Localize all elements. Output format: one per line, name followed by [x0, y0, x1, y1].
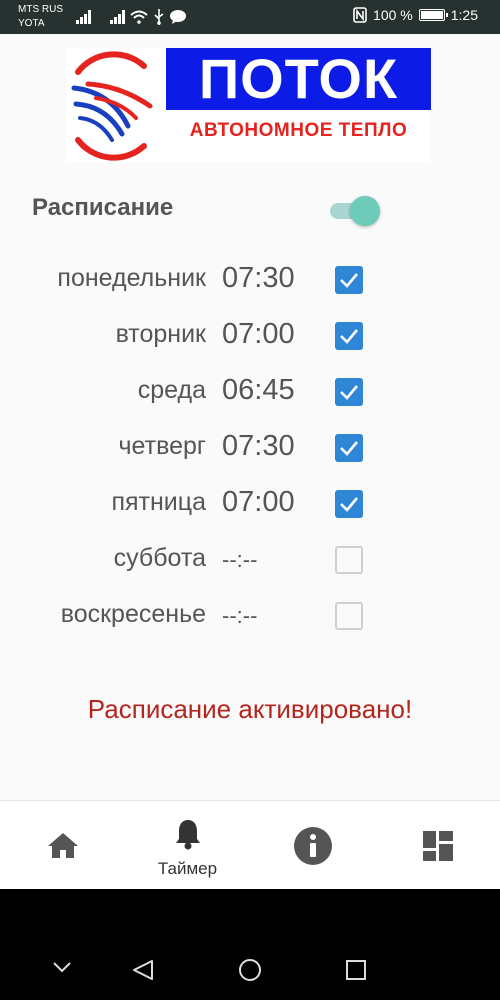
status-icons-right: 100 % 1:25 [353, 7, 478, 23]
day-name: среда [137, 376, 206, 404]
day-time[interactable]: 07:30 [222, 262, 295, 295]
day-checkbox[interactable] [335, 602, 363, 630]
day-checkbox[interactable] [335, 378, 363, 406]
battery-icon [418, 9, 448, 21]
dashboard-icon [422, 831, 453, 861]
day-time[interactable]: 06:45 [222, 374, 295, 407]
info-icon [293, 827, 332, 865]
day-row-wednesday[interactable]: среда 06:45 [0, 372, 500, 412]
bell-icon [175, 820, 200, 850]
nav-timer-label: Таймер [157, 859, 218, 878]
day-time[interactable]: 07:00 [222, 486, 295, 519]
nfc-icon [353, 7, 367, 23]
logo-title: ПОТОК [166, 48, 431, 110]
message-icon [170, 10, 186, 24]
status-message: Расписание активировано! [87, 694, 413, 724]
checkmark-icon [340, 273, 358, 288]
day-name: вторник [115, 320, 206, 348]
day-name: воскресенье [60, 600, 206, 628]
recents-icon[interactable] [346, 960, 366, 980]
day-checkbox[interactable] [335, 434, 363, 462]
signal-icon [76, 10, 91, 24]
home-icon [47, 833, 78, 858]
day-time[interactable]: --:-- [222, 603, 257, 629]
day-checkbox[interactable] [335, 322, 363, 350]
checkmark-icon [340, 329, 358, 344]
toggle-thumb [350, 196, 380, 226]
day-checkbox[interactable] [335, 266, 363, 294]
nav-info[interactable] [250, 801, 375, 890]
home-circle-icon[interactable] [238, 958, 262, 982]
day-name: четверг [118, 432, 206, 460]
day-row-friday[interactable]: пятница 07:00 [0, 484, 500, 524]
day-time[interactable]: 07:00 [222, 318, 295, 351]
back-icon[interactable] [132, 959, 154, 981]
logo-subtitle: АВТОНОМНОЕ ТЕПЛО [189, 120, 408, 141]
nav-timer[interactable]: Таймер [125, 801, 250, 890]
usb-icon [154, 9, 164, 25]
battery-percent: 100 % [373, 7, 413, 23]
day-name: понедельник [57, 264, 206, 292]
carrier-1: MTS RUS [18, 4, 63, 15]
chevron-down-icon[interactable] [52, 961, 72, 973]
carrier-2: YOTA [18, 18, 45, 29]
nav-dashboard[interactable] [375, 801, 500, 890]
checkmark-icon [340, 497, 358, 512]
day-checkbox[interactable] [335, 490, 363, 518]
brand-logo: ПОТОК АВТОНОМНОЕ ТЕПЛО [66, 48, 431, 163]
day-row-sunday[interactable]: воскресенье --:-- [0, 596, 500, 636]
carrier-info: MTS RUS YOTA [18, 3, 63, 31]
day-name: суббота [113, 544, 206, 572]
schedule-label: Расписание [32, 194, 174, 221]
day-time[interactable]: 07:30 [222, 430, 295, 463]
logo-emblem-icon [71, 51, 153, 161]
system-navigation-bar [0, 889, 500, 1000]
day-row-tuesday[interactable]: вторник 07:00 [0, 316, 500, 356]
bottom-navigation: Таймер [0, 800, 500, 889]
day-name: пятница [111, 488, 206, 516]
checkmark-icon [340, 385, 358, 400]
day-row-thursday[interactable]: четверг 07:30 [0, 428, 500, 468]
nav-home[interactable] [0, 801, 125, 890]
status-bar: MTS RUS YOTA 100 % 1:25 [0, 0, 500, 34]
status-icons-left [76, 8, 186, 26]
day-checkbox[interactable] [335, 546, 363, 574]
schedule-toggle[interactable] [330, 196, 380, 226]
wifi-icon [130, 10, 148, 24]
clock: 1:25 [450, 7, 478, 23]
day-row-saturday[interactable]: суббота --:-- [0, 540, 500, 580]
day-time[interactable]: --:-- [222, 547, 257, 573]
signal-icon [110, 10, 125, 24]
checkmark-icon [340, 441, 358, 456]
day-row-monday[interactable]: понедельник 07:30 [0, 260, 500, 300]
